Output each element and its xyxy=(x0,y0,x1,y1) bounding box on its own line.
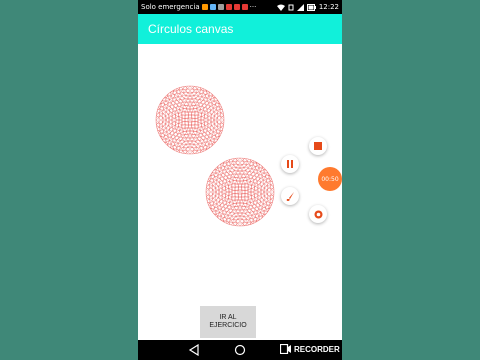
circle-stroke xyxy=(166,127,214,154)
notification-red-icon-3 xyxy=(241,4,248,10)
circle-stroke xyxy=(219,202,261,226)
recorder-label: RECORDER xyxy=(294,344,340,354)
circle-stroke xyxy=(169,130,211,154)
app-title: Círculos canvas xyxy=(148,22,234,36)
back-icon[interactable] xyxy=(188,344,200,356)
notification-red-icon xyxy=(225,4,232,10)
circle-stroke xyxy=(156,86,224,136)
circle-stroke xyxy=(176,86,204,104)
brush-icon xyxy=(286,191,294,201)
stop-icon xyxy=(314,142,322,150)
circle-stroke xyxy=(200,99,224,141)
circle-stroke xyxy=(206,158,256,226)
circle-stroke xyxy=(206,158,262,226)
circle-stroke xyxy=(206,158,265,226)
app-bar: Círculos canvas xyxy=(138,14,342,44)
circle-stroke xyxy=(206,158,249,226)
signal-icon xyxy=(296,3,304,11)
camera-button[interactable] xyxy=(309,205,327,223)
circle-stroke xyxy=(156,104,224,154)
circle-stroke xyxy=(206,158,274,214)
circles-drawing xyxy=(155,85,275,227)
pause-icon xyxy=(287,160,293,168)
circle-stroke xyxy=(206,173,274,226)
circle-stroke xyxy=(156,86,224,142)
circle-stroke xyxy=(176,136,204,154)
stop-button[interactable] xyxy=(309,137,327,155)
recorder-label-group: RECORDER xyxy=(280,344,340,354)
circle-stroke xyxy=(216,199,264,226)
circle-stroke xyxy=(218,158,274,226)
notification-orange-icon xyxy=(201,4,208,10)
circle-stroke xyxy=(215,158,274,226)
more-notifications-icon: ··· xyxy=(249,3,257,11)
circle-stroke xyxy=(156,98,224,154)
circle-stroke xyxy=(206,160,274,226)
carrier-text: Solo emergencia xyxy=(141,3,200,11)
circle-outline xyxy=(205,157,275,227)
circle-stroke xyxy=(206,158,269,226)
status-bar: Solo emergencia ··· 12:22 xyxy=(138,0,342,14)
circle-stroke xyxy=(168,86,224,154)
drawing-canvas[interactable]: 00:50 IR AL EJERCICIO xyxy=(138,44,342,340)
circle-stroke xyxy=(221,158,274,226)
circle-stroke xyxy=(161,86,224,154)
notification-red-icon-2 xyxy=(233,4,240,10)
circle-stroke xyxy=(181,86,224,154)
circle-stroke xyxy=(216,158,264,185)
circle-stroke xyxy=(226,158,254,176)
camera-icon xyxy=(314,210,322,218)
circle-stroke xyxy=(169,86,211,110)
circle-stroke xyxy=(156,101,224,154)
circle-stroke xyxy=(206,171,230,213)
circle-stroke xyxy=(156,86,224,129)
phone-screen: Solo emergencia ··· 12:22 Círculos canva… xyxy=(138,0,342,360)
recents-icon[interactable] xyxy=(280,344,291,354)
go-to-exercise-button[interactable]: IR AL EJERCICIO xyxy=(200,306,256,338)
circle-stroke xyxy=(166,86,214,113)
battery-icon xyxy=(306,3,316,11)
circle-stroke xyxy=(171,86,224,154)
status-right: 12:22 xyxy=(276,3,339,11)
mute-icon xyxy=(288,4,294,10)
notification-grey-icon xyxy=(217,4,224,10)
go-button-label: IR AL EJERCICIO xyxy=(209,313,247,329)
circle-stroke xyxy=(165,86,224,154)
circle-stroke xyxy=(219,158,261,182)
brush-button[interactable] xyxy=(281,187,299,205)
home-icon[interactable] xyxy=(234,344,246,356)
pause-button[interactable] xyxy=(281,155,299,173)
status-left: Solo emergencia ··· xyxy=(141,3,256,11)
circle-stroke xyxy=(224,158,274,226)
timer-text: 00:50 xyxy=(321,175,339,183)
circle-stroke xyxy=(156,86,224,145)
circle-stroke xyxy=(156,99,180,141)
navigation-bar: RECORDER xyxy=(138,340,342,360)
notification-blue-icon xyxy=(209,4,216,10)
circle-stroke xyxy=(206,158,274,217)
wifi-icon xyxy=(276,4,285,11)
circle-stroke xyxy=(206,163,274,226)
circle-stroke xyxy=(206,170,274,226)
circle-stroke xyxy=(226,208,254,226)
circle-stroke xyxy=(206,158,259,226)
circle-stroke xyxy=(206,158,274,211)
circle-stroke xyxy=(206,158,274,208)
circle-stroke xyxy=(206,167,274,226)
circle-stroke xyxy=(206,158,272,226)
circle-outline xyxy=(155,85,225,155)
timer-button[interactable]: 00:50 xyxy=(318,167,342,191)
circle-stroke xyxy=(158,86,224,154)
clock-text: 12:22 xyxy=(318,3,339,11)
circle-stroke xyxy=(156,86,199,154)
circle-stroke xyxy=(174,86,224,154)
circle-stroke xyxy=(206,183,274,226)
circle-stroke xyxy=(206,176,274,226)
